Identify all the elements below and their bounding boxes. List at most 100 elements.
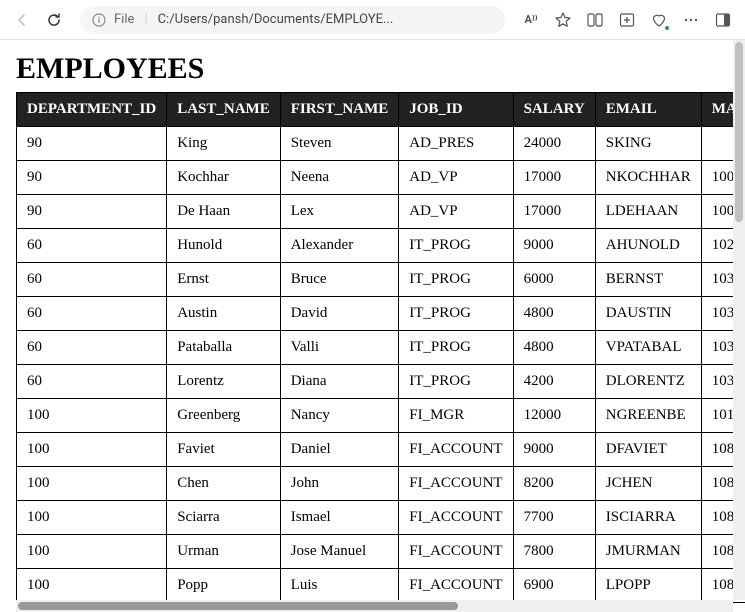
table-cell: De Haan	[167, 195, 281, 229]
table-cell: 17000	[513, 161, 595, 195]
table-cell: 60	[17, 331, 167, 365]
info-icon	[92, 13, 106, 27]
table-row: 100ChenJohnFI_ACCOUNT8200JCHEN108	[17, 467, 745, 501]
table-row: 60PataballaValliIT_PROG4800VPATABAL103	[17, 331, 745, 365]
table-cell: Bruce	[280, 263, 399, 297]
col-salary: SALARY	[513, 93, 595, 127]
table-cell: DLORENTZ	[595, 365, 701, 399]
address-separator: |	[144, 12, 147, 27]
split-screen-button[interactable]	[585, 10, 605, 30]
table-cell: Neena	[280, 161, 399, 195]
address-path: C:/Users/pansh/Documents/EMPLOYE...	[158, 12, 394, 27]
table-cell: FI_ACCOUNT	[399, 535, 513, 569]
table-cell: 60	[17, 365, 167, 399]
table-row: 90De HaanLexAD_VP17000LDEHAAN100	[17, 195, 745, 229]
table-cell: 60	[17, 229, 167, 263]
address-file-label: File	[114, 12, 134, 27]
table-cell: 7700	[513, 501, 595, 535]
table-cell: King	[167, 127, 281, 161]
table-cell: Ismael	[280, 501, 399, 535]
table-cell: IT_PROG	[399, 297, 513, 331]
table-cell: 100	[17, 501, 167, 535]
table-row: 100UrmanJose ManuelFI_ACCOUNT7800JMURMAN…	[17, 535, 745, 569]
table-row: 60HunoldAlexanderIT_PROG9000AHUNOLD102	[17, 229, 745, 263]
table-row: 60ErnstBruceIT_PROG6000BERNST103	[17, 263, 745, 297]
table-cell: 9000	[513, 433, 595, 467]
horizontal-scrollbar-thumb[interactable]	[18, 602, 458, 610]
table-cell: BERNST	[595, 263, 701, 297]
table-cell: 24000	[513, 127, 595, 161]
table-cell: Lorentz	[167, 365, 281, 399]
table-cell: ISCIARRA	[595, 501, 701, 535]
table-cell: NKOCHHAR	[595, 161, 701, 195]
table-cell: 12000	[513, 399, 595, 433]
table-cell: Sciarra	[167, 501, 281, 535]
table-row: 60LorentzDianaIT_PROG4200DLORENTZ103	[17, 365, 745, 399]
col-first-name: FIRST_NAME	[280, 93, 399, 127]
table-cell: Alexander	[280, 229, 399, 263]
table-cell: 100	[17, 569, 167, 603]
table-cell: IT_PROG	[399, 331, 513, 365]
table-cell: 8200	[513, 467, 595, 501]
table-cell: 100	[17, 399, 167, 433]
table-cell: Lex	[280, 195, 399, 229]
table-cell: JMURMAN	[595, 535, 701, 569]
collections-button[interactable]	[617, 10, 637, 30]
table-cell: 90	[17, 127, 167, 161]
table-cell: Chen	[167, 467, 281, 501]
table-cell: AD_PRES	[399, 127, 513, 161]
table-cell: IT_PROG	[399, 229, 513, 263]
table-cell: AHUNOLD	[595, 229, 701, 263]
table-cell: Urman	[167, 535, 281, 569]
vertical-scrollbar-thumb[interactable]	[735, 42, 743, 222]
table-cell: FI_ACCOUNT	[399, 569, 513, 603]
table-cell: Diana	[280, 365, 399, 399]
vertical-scrollbar[interactable]	[733, 40, 745, 600]
table-cell: Nancy	[280, 399, 399, 433]
address-bar[interactable]: File | C:/Users/pansh/Documents/EMPLOYE.…	[80, 6, 505, 34]
table-cell: IT_PROG	[399, 365, 513, 399]
table-cell: 7800	[513, 535, 595, 569]
sidebar-toggle-button[interactable]	[713, 10, 733, 30]
favorite-button[interactable]	[553, 10, 573, 30]
content-area: EMPLOYEES DEPARTMENT_ID LAST_NAME FIRST_…	[0, 40, 745, 612]
more-button[interactable]	[681, 10, 701, 30]
table-cell: 6900	[513, 569, 595, 603]
page-title: EMPLOYEES	[16, 52, 729, 86]
table-cell: John	[280, 467, 399, 501]
table-cell: Austin	[167, 297, 281, 331]
table-cell: Jose Manuel	[280, 535, 399, 569]
col-job-id: JOB_ID	[399, 93, 513, 127]
table-row: 100PoppLuisFI_ACCOUNT6900LPOPP108	[17, 569, 745, 603]
table-cell: FI_MGR	[399, 399, 513, 433]
table-cell: LDEHAAN	[595, 195, 701, 229]
table-cell: 90	[17, 195, 167, 229]
table-row: 100GreenbergNancyFI_MGR12000NGREENBE101	[17, 399, 745, 433]
table-cell: Popp	[167, 569, 281, 603]
col-email: EMAIL	[595, 93, 701, 127]
table-cell: Valli	[280, 331, 399, 365]
table-row: 60AustinDavidIT_PROG4800DAUSTIN103	[17, 297, 745, 331]
table-cell: 17000	[513, 195, 595, 229]
table-row: 100FavietDanielFI_ACCOUNT9000DFAVIET108	[17, 433, 745, 467]
table-cell: 60	[17, 297, 167, 331]
browser-health-button[interactable]	[649, 10, 669, 30]
horizontal-scrollbar[interactable]	[16, 600, 733, 612]
page-body: EMPLOYEES DEPARTMENT_ID LAST_NAME FIRST_…	[0, 40, 745, 612]
table-cell: Hunold	[167, 229, 281, 263]
table-cell: Pataballa	[167, 331, 281, 365]
table-row: 90KingStevenAD_PRES24000SKING	[17, 127, 745, 161]
table-cell: Greenberg	[167, 399, 281, 433]
read-aloud-button[interactable]: A⁾⁾	[521, 10, 541, 30]
back-button[interactable]	[12, 10, 32, 30]
refresh-button[interactable]	[44, 10, 64, 30]
table-cell: DAUSTIN	[595, 297, 701, 331]
table-cell: NGREENBE	[595, 399, 701, 433]
table-cell: LPOPP	[595, 569, 701, 603]
table-cell: JCHEN	[595, 467, 701, 501]
table-cell: FI_ACCOUNT	[399, 433, 513, 467]
table-cell: SKING	[595, 127, 701, 161]
table-cell: 90	[17, 161, 167, 195]
col-last-name: LAST_NAME	[167, 93, 281, 127]
table-cell: VPATABAL	[595, 331, 701, 365]
